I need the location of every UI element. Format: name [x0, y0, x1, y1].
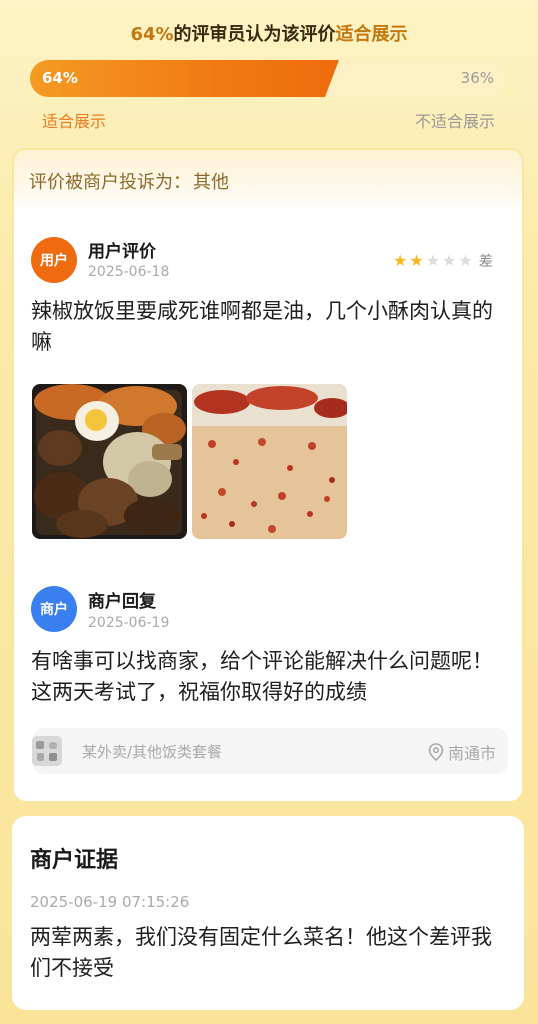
- merchant-avatar: 商户: [31, 586, 77, 632]
- user-avatar-label: 用户: [40, 253, 68, 269]
- shop-city-text: 南通市: [447, 744, 496, 763]
- vote-percent: 64%: [130, 24, 174, 45]
- evidence-datetime: 2025-06-19 07:15:26: [30, 893, 190, 911]
- star-icon: ★: [425, 251, 441, 270]
- merchant-avatar-label: 商户: [40, 602, 68, 618]
- photo-braised-rice-box-image: [32, 384, 187, 539]
- evidence-title: 商户证据: [30, 848, 119, 873]
- shop-name: 某外卖/其他饭类套餐: [82, 743, 223, 761]
- complaint-banner: 评价被商户投诉为： 其他: [14, 150, 522, 212]
- merchant-evidence-card: 商户证据 2025-06-19 07:15:26 两荤两素，我们没有固定什么菜名…: [12, 816, 524, 1010]
- vote-bar-left-text: 64%: [42, 69, 78, 87]
- vote-progress-bar: 64% 36%: [30, 60, 506, 97]
- merchant-reply-text: 有啥事可以找商家，给个评论能解决什么问题呢！这两天考试了，祝福你取得好的成绩: [31, 649, 493, 704]
- vote-label-suitable: 适合展示: [42, 112, 107, 131]
- review-photo[interactable]: [32, 384, 187, 539]
- merchant-reply-heading: 商户回复: [88, 592, 156, 612]
- star-rating: ★ ★ ★ ★ ★ 差: [393, 251, 493, 271]
- user-review-text: 辣椒放饭里要咸死谁啊都是油，几个小酥肉认真的嘛: [31, 299, 493, 354]
- vote-bar-right-text: 36%: [460, 69, 494, 87]
- review-photo[interactable]: [192, 384, 347, 539]
- merchant-reply-date: 2025-06-19: [88, 615, 170, 631]
- location-pin-icon: [428, 743, 444, 761]
- user-review-date: 2025-06-18: [88, 264, 170, 280]
- star-icon: ★: [458, 251, 473, 270]
- user-avatar: 用户: [31, 237, 77, 283]
- star-icon: ★: [393, 251, 408, 270]
- photo-chili-fried-rice-image: [192, 384, 347, 539]
- evidence-text: 两荤两素，我们没有固定什么菜名！他这个差评我们不接受: [30, 925, 492, 980]
- complaint-prefix: 评价被商户投诉为：: [29, 172, 191, 193]
- complaint-value: 其他: [193, 172, 229, 193]
- star-icon: ★: [409, 251, 424, 270]
- review-card: 评价被商户投诉为： 其他 用户 用户评价 2025-06-18 ★ ★ ★ ★ ★…: [12, 148, 524, 803]
- shop-icon: [32, 736, 62, 766]
- shop-info-row[interactable]: 某外卖/其他饭类套餐 南通市: [32, 728, 508, 774]
- vote-summary-title: 64%的评审员认为该评价适合展示: [0, 20, 538, 46]
- star-icon: ★: [442, 251, 457, 270]
- vote-title-mid: 的评审员认为该评价: [173, 24, 336, 45]
- vote-title-highlight: 适合展示: [335, 24, 408, 45]
- rating-word: 差: [478, 254, 493, 270]
- shop-location: 南通市: [428, 740, 496, 764]
- vote-label-unsuitable: 不适合展示: [414, 112, 495, 131]
- user-review-heading: 用户评价: [88, 242, 156, 262]
